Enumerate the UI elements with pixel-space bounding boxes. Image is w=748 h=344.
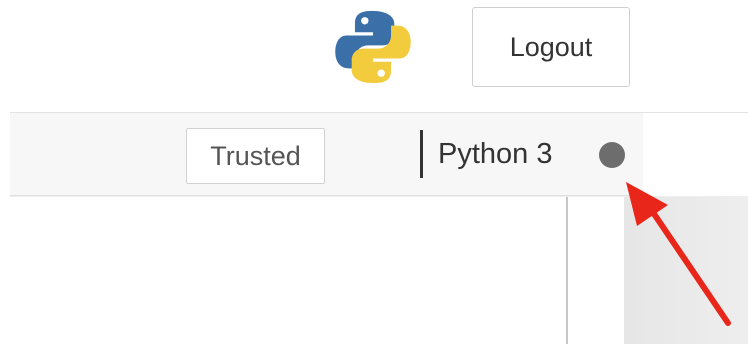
notebook-toolbar: Trusted Python 3: [10, 112, 748, 197]
notebook-header: Logout: [0, 0, 748, 112]
notebook-page: Logout Trusted Python 3: [0, 0, 748, 344]
trusted-label: Trusted: [210, 140, 301, 171]
toolbar-end-area: [643, 113, 748, 197]
notebook-site-background: [624, 197, 748, 344]
notebook-container: [10, 197, 566, 344]
logout-button[interactable]: Logout: [472, 7, 630, 87]
logout-button-label: Logout: [509, 31, 593, 62]
python-logo-icon: [335, 10, 411, 84]
notebook-gutter: [568, 197, 624, 344]
kernel-name[interactable]: Python 3: [438, 134, 552, 174]
trusted-indicator[interactable]: Trusted: [186, 128, 325, 184]
kernel-status-circle-icon[interactable]: [599, 142, 625, 168]
kernel-divider: [420, 130, 423, 178]
